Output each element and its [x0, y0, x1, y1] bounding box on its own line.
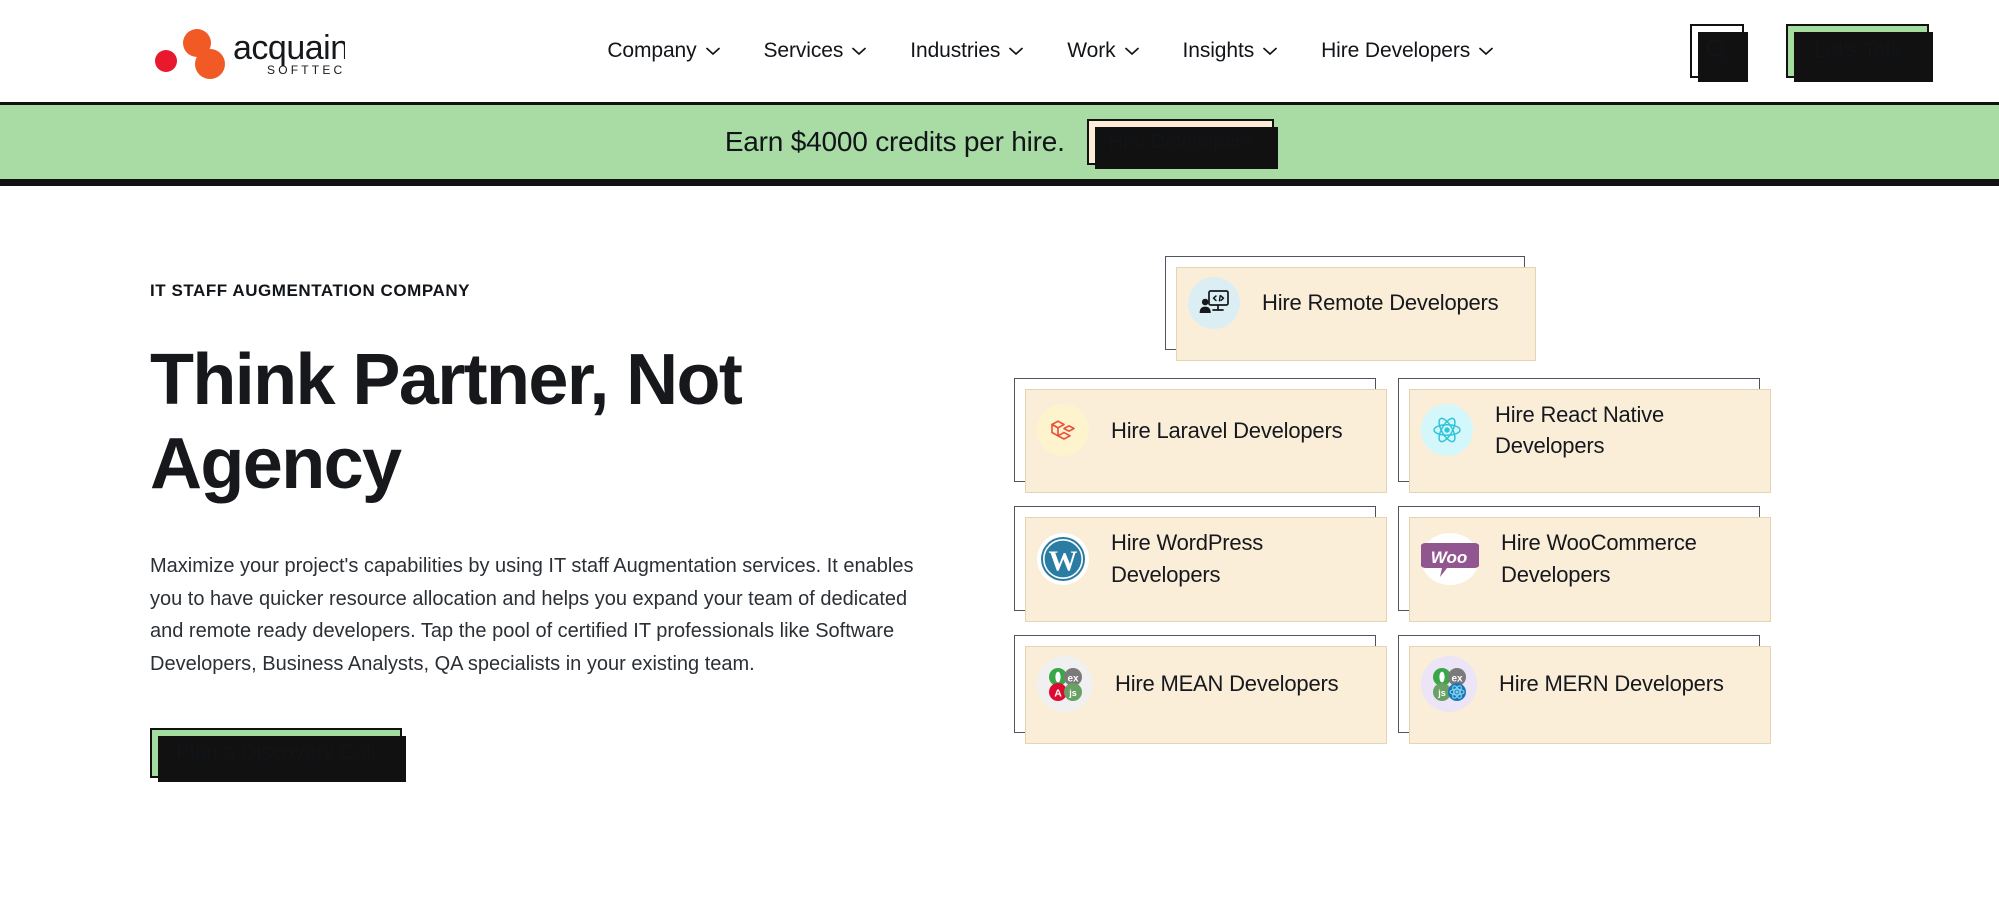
hire-remote-developers-card[interactable]: Hire Remote Developers: [1165, 256, 1536, 361]
woocommerce-icon: Woo: [1421, 532, 1479, 585]
promo-banner: Earn $4000 credits per hire. Hire Develo…: [0, 102, 1999, 186]
nav-label: Hire Developers: [1321, 39, 1471, 62]
chevron-down-icon: [852, 47, 867, 56]
hire-woocommerce-developers-card[interactable]: Woo Hire WooCommerce Developers: [1398, 506, 1771, 623]
svg-text:SOFTTECH: SOFTTECH: [267, 63, 345, 77]
hire-mern-developers-card[interactable]: ex js Hire MERN Developers: [1398, 634, 1771, 744]
nav-item-industries[interactable]: Industries: [910, 39, 1024, 63]
page-title: Think Partner, Not Agency: [150, 340, 743, 504]
hire-laravel-developers-card[interactable]: Hire Laravel Developers: [1014, 378, 1387, 494]
laravel-icon: [1037, 404, 1089, 457]
nav-label: Industries: [910, 39, 1001, 62]
header-actions: Let's Talk: [1690, 24, 1933, 82]
hero-copy: IT STAFF AUGMENTATION COMPANY Think Part…: [150, 246, 970, 783]
mern-stack-icon: ex js: [1421, 655, 1477, 712]
mean-stack-icon: ex A js: [1037, 655, 1093, 712]
svg-text:js: js: [1068, 688, 1077, 698]
nav-item-work[interactable]: Work: [1067, 39, 1139, 63]
svg-text:acquaint: acquaint: [233, 29, 345, 67]
lets-talk-button[interactable]: Let's Talk: [1786, 24, 1933, 82]
nav-label: Insights: [1182, 39, 1255, 62]
svg-text:A: A: [1054, 687, 1062, 699]
chevron-down-icon: [1479, 47, 1494, 56]
nav-item-services[interactable]: Services: [764, 39, 867, 63]
promo-text: Earn $4000 credits per hire.: [724, 126, 1065, 157]
card-label: Hire Laravel Developers: [1111, 417, 1343, 443]
acquaint-molecule-logo-icon: acquaint SOFTTECH: [150, 23, 345, 79]
svg-text:W: W: [1049, 545, 1078, 577]
main-navigation: Company Services Industries Work Insight…: [410, 39, 1690, 63]
hero-paragraph: Maximize your project's capabilities by …: [150, 555, 914, 675]
hire-wordpress-developers-card[interactable]: W Hire WordPress Developers: [1014, 506, 1387, 623]
plan-discovery-call-button[interactable]: Plan a Discovery Call: [150, 728, 406, 783]
svg-text:js: js: [1437, 688, 1446, 698]
wordpress-icon: W: [1037, 532, 1089, 585]
hero-section: IT STAFF AUGMENTATION COMPANY Think Part…: [0, 186, 1999, 783]
hire-cards-grid: Hire Laravel Developers Hire React Nativ…: [1014, 378, 1939, 744]
chevron-down-icon: [1263, 47, 1277, 56]
card-label: Hire WooCommerce Developers: [1501, 530, 1697, 587]
chevron-down-icon: [705, 47, 720, 56]
svg-text:ex: ex: [1067, 673, 1079, 684]
nav-item-hire-developers[interactable]: Hire Developers: [1321, 39, 1494, 63]
chevron-down-icon: [1124, 47, 1139, 56]
hero-eyebrow: IT STAFF AUGMENTATION COMPANY: [150, 281, 471, 300]
hire-react-native-developers-card[interactable]: Hire React Native Developers: [1398, 378, 1771, 494]
brand-logo[interactable]: acquaint SOFTTECH: [150, 23, 400, 79]
nav-label: Company: [607, 39, 697, 62]
card-label: Hire WordPress Developers: [1111, 530, 1264, 587]
card-label: Hire Remote Developers: [1262, 290, 1499, 316]
nav-label: Services: [763, 39, 844, 62]
remote-developer-screen-icon: [1188, 277, 1240, 329]
svg-text:Woo: Woo: [1431, 548, 1468, 567]
search-icon: [1704, 37, 1730, 66]
react-atom-icon: [1421, 404, 1473, 457]
chevron-down-icon: [1009, 47, 1024, 56]
card-label: Hire MEAN Developers: [1115, 670, 1339, 696]
site-header: acquaint SOFTTECH Company Services Indus…: [0, 0, 1999, 102]
featured-card-row: Hire Remote Developers: [1165, 256, 1536, 361]
promo-hire-developers-button[interactable]: Hire Developers: [1086, 119, 1279, 169]
page-root: acquaint SOFTTECH Company Services Indus…: [0, 0, 1999, 911]
svg-text:ex: ex: [1451, 673, 1463, 684]
nav-label: Work: [1067, 39, 1116, 62]
nav-item-insights[interactable]: Insights: [1183, 39, 1278, 63]
card-label: Hire React Native Developers: [1495, 402, 1664, 459]
search-button[interactable]: [1690, 24, 1749, 82]
nav-item-company[interactable]: Company: [607, 39, 720, 63]
hire-cards-panel: Hire Remote Developers Hire Laravel Deve…: [970, 246, 1939, 778]
hire-mean-developers-card[interactable]: ex A js Hire MEAN Developers: [1014, 634, 1387, 744]
card-label: Hire MERN Developers: [1499, 670, 1724, 696]
